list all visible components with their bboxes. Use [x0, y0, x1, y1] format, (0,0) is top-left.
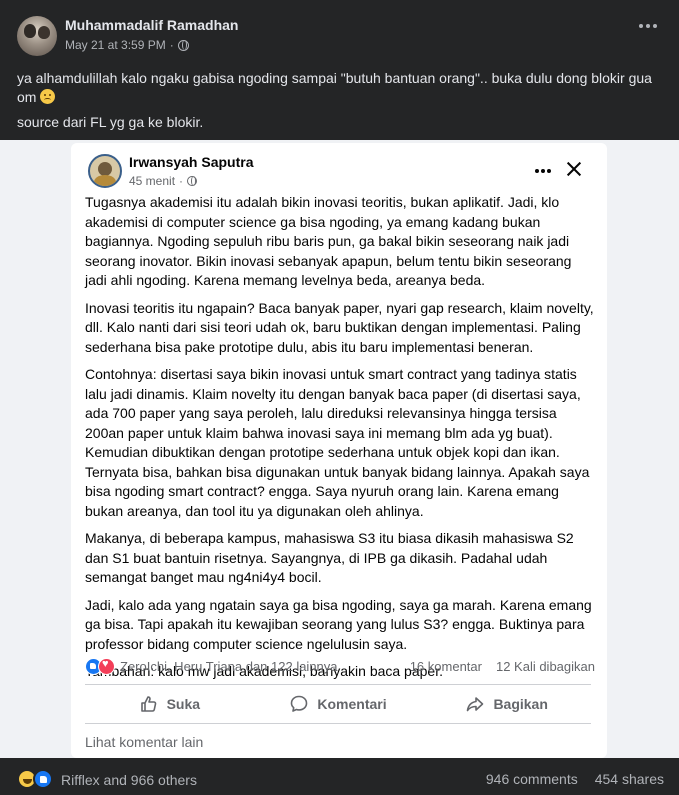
paragraph: Contohnya: disertasi saya bikin inovasi … [85, 366, 590, 519]
shares-count[interactable]: 454 shares [595, 771, 664, 787]
paragraph: Tugasnya akademisi itu adalah bikin inov… [85, 194, 572, 288]
divider [85, 723, 591, 724]
engagement-bar: Rifflex and 966 others 946 comments 454 … [0, 760, 679, 795]
author-name[interactable]: Muhammadalif Ramadhan [65, 17, 238, 33]
action-bar: Suka Komentari Bagikan [85, 692, 591, 716]
engagement-counts: 946 comments 454 shares [486, 771, 664, 787]
post-body: Tugasnya akademisi itu adalah bikin inov… [85, 193, 595, 690]
like-reaction-icon [33, 769, 53, 789]
reaction-icons[interactable] [17, 769, 59, 789]
share-icon [467, 697, 484, 712]
divider [85, 684, 591, 685]
globe-icon [187, 176, 198, 186]
like-button: Suka [85, 692, 254, 716]
comment-icon [291, 695, 308, 712]
author-name: Irwansyah Saputra [129, 154, 254, 170]
paragraph: Inovasi teoritis itu ngapain? Baca banya… [85, 299, 594, 355]
comment-button: Komentari [254, 692, 423, 716]
more-options-icon [535, 169, 551, 173]
globe-icon [177, 39, 189, 51]
paragraph: Jadi, kalo ada yang ngatain saya ga bisa… [85, 596, 592, 652]
post-timestamp[interactable]: May 21 at 3:59 PM [65, 38, 166, 52]
post-text-line: source dari FL yg ga ke blokir. [17, 114, 204, 130]
view-more-comments-link: Lihat komentar lain [85, 734, 204, 750]
comments-count[interactable]: 946 comments [486, 771, 578, 787]
share-label: Bagikan [493, 696, 548, 712]
post-text: ya alhamdulillah kalo ngaku gabisa ngodi… [17, 69, 667, 138]
comment-label: Komentari [317, 696, 387, 712]
post-header: Muhammadalif Ramadhan May 21 at 3:59 PM … [0, 0, 679, 62]
like-label: Suka [166, 696, 201, 712]
reactions-summary[interactable]: Rifflex and 966 others [61, 772, 197, 788]
share-button: Bagikan [422, 692, 591, 716]
post-timestamp: 45 menit [129, 174, 176, 188]
reaction-icons [85, 657, 121, 675]
post-meta: 45 menit · [129, 174, 198, 188]
sad-face-icon [40, 89, 56, 104]
post-meta: May 21 at 3:59 PM · [65, 38, 189, 52]
embedded-post-card: Irwansyah Saputra 45 menit · Tugasnya ak… [71, 143, 607, 758]
more-options-icon[interactable] [639, 24, 657, 30]
love-reaction-icon [98, 658, 115, 675]
avatar [88, 154, 122, 188]
meta-separator: · [179, 174, 184, 188]
reaction-names: ZeroIchi, Heru Triana dan 122 lainnya [120, 659, 338, 674]
engagement-counts: 16 komentar 12 Kali dibagikan [410, 659, 595, 674]
post-text-line: ya alhamdulillah kalo ngaku gabisa ngodi… [17, 70, 652, 105]
close-icon [565, 160, 583, 178]
paragraph: Makanya, di beberapa kampus, mahasiswa S… [85, 530, 574, 585]
thumbs-up-icon [140, 696, 156, 712]
comments-count: 16 komentar [409, 659, 482, 674]
reactions-row: ZeroIchi, Heru Triana dan 122 lainnya 16… [85, 657, 595, 677]
avatar[interactable] [17, 16, 57, 56]
meta-separator: · [169, 38, 174, 52]
shares-count: 12 Kali dibagikan [495, 659, 595, 674]
